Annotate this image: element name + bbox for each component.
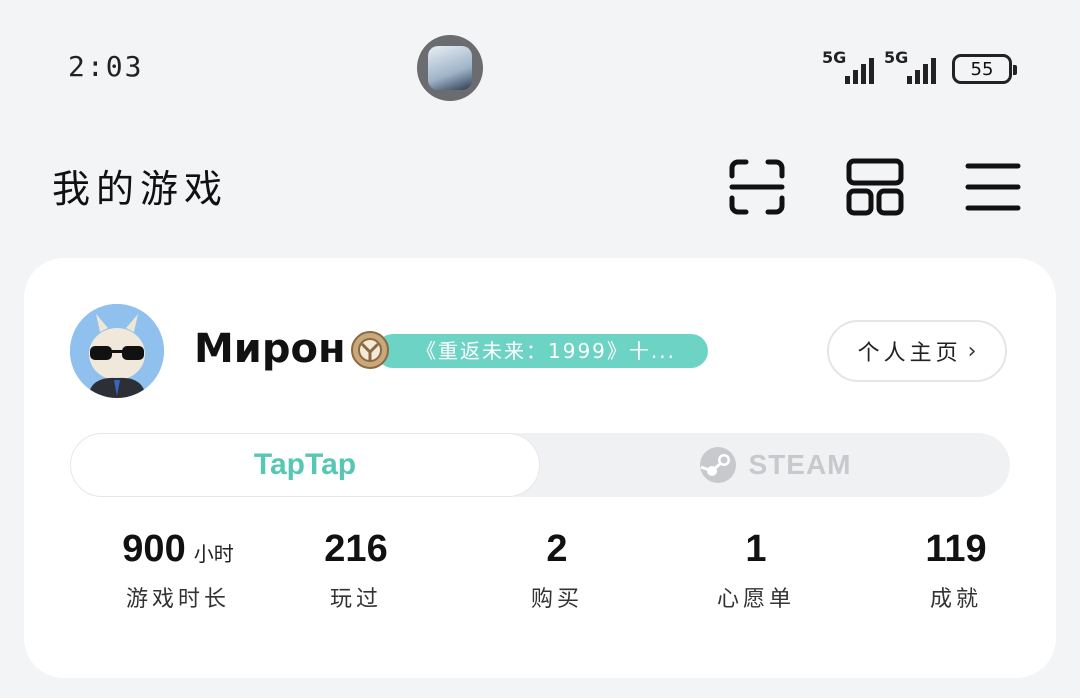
tab-steam[interactable]: STEAM xyxy=(540,433,1010,497)
scan-icon[interactable] xyxy=(728,158,786,216)
medal-icon[interactable] xyxy=(350,330,390,370)
tab-steam-label: STEAM xyxy=(748,449,852,480)
title-badge[interactable]: 《重返未来：1999》十... xyxy=(376,334,708,368)
username: Мирон xyxy=(194,326,346,372)
profile-card: Мирон 《重返未来：1999》十... 个人主页 › TapTap STEA… xyxy=(24,258,1056,678)
stat-playtime[interactable]: 900 小时 游戏时长 xyxy=(78,528,278,613)
status-indicators: 5G 5G 55 xyxy=(822,48,1017,84)
avatar[interactable] xyxy=(70,304,164,398)
stat-value: 119 xyxy=(925,528,987,570)
grid-icon[interactable] xyxy=(846,158,904,216)
status-time: 2:03 xyxy=(68,50,144,83)
stat-value: 1 xyxy=(745,528,767,570)
signal-icon: 5G xyxy=(822,48,874,84)
stat-label: 心愿单 xyxy=(716,587,795,612)
stat-wishlist[interactable]: 1 心愿单 xyxy=(656,528,856,613)
stat-value: 900 xyxy=(122,528,186,570)
tab-taptap[interactable]: TapTap xyxy=(70,433,540,497)
stat-achievements[interactable]: 119 成就 xyxy=(856,528,1056,613)
header: 我的游戏 xyxy=(0,140,1080,240)
game-notification-icon xyxy=(417,35,483,101)
stat-label: 玩过 xyxy=(329,587,382,612)
stat-unit: 小时 xyxy=(193,542,234,566)
stat-played[interactable]: 216 玩过 xyxy=(256,528,456,613)
profile-button-label: 个人主页 xyxy=(857,341,962,366)
profile-page-button[interactable]: 个人主页 › xyxy=(827,320,1007,382)
page-title: 我的游戏 xyxy=(52,167,229,211)
stats-row: 900 小时 游戏时长 216 玩过 2 购买 1 心愿单 119 成就 xyxy=(24,528,1056,648)
menu-icon[interactable] xyxy=(964,158,1022,216)
stat-label: 成就 xyxy=(929,587,982,612)
stat-label: 游戏时长 xyxy=(125,587,230,612)
signal-icon: 5G xyxy=(884,48,936,84)
chevron-right-icon: › xyxy=(967,338,977,364)
platform-tabs: TapTap STEAM xyxy=(70,433,1010,497)
steam-icon xyxy=(699,447,736,483)
stat-label: 购买 xyxy=(530,587,583,612)
stat-value: 216 xyxy=(324,528,388,570)
battery-icon: 55 xyxy=(952,54,1017,84)
stat-value: 2 xyxy=(546,528,568,570)
stat-purchased[interactable]: 2 购买 xyxy=(457,528,657,613)
status-bar: 2:03 5G 5G 55 xyxy=(0,0,1080,130)
